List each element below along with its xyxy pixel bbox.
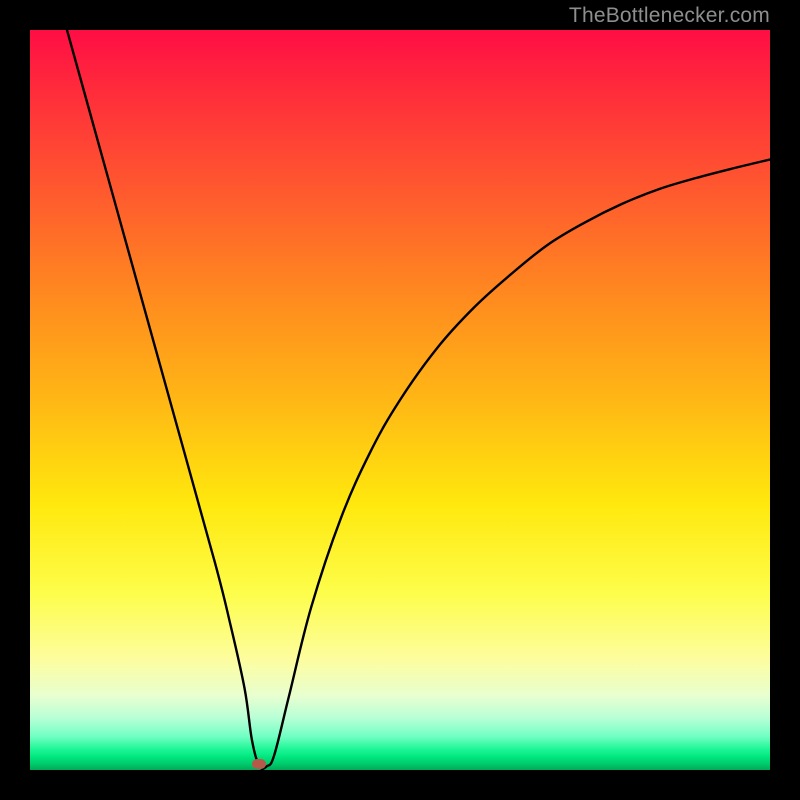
curve-svg	[30, 30, 770, 770]
min-marker	[252, 759, 266, 769]
bottleneck-curve	[67, 30, 770, 769]
plot-area	[30, 30, 770, 770]
chart-frame: TheBottlenecker.com	[0, 0, 800, 800]
attribution-label: TheBottlenecker.com	[569, 4, 770, 28]
